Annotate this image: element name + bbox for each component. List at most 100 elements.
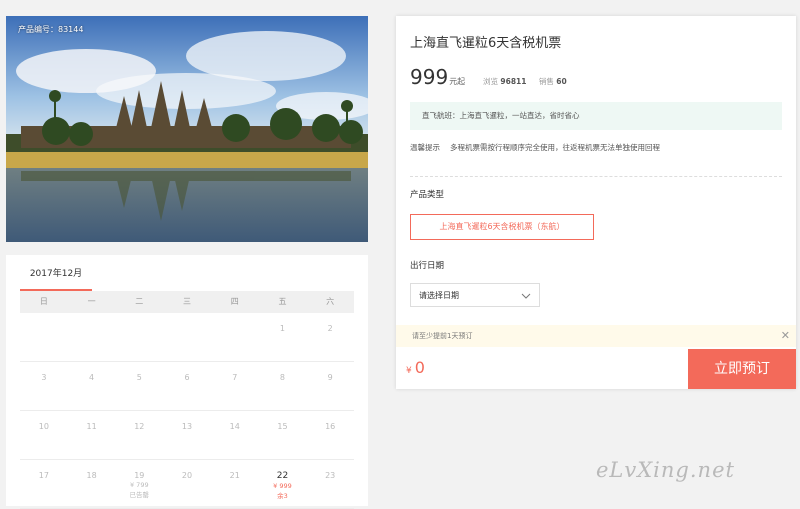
calendar-month-tab[interactable]: 2017年12月 xyxy=(20,255,92,291)
book-now-button[interactable]: 立即预订 xyxy=(688,349,796,389)
calendar-day-cell xyxy=(211,313,259,361)
calendar-day-price: ¥ 799 xyxy=(129,481,149,489)
calendar-day-cell[interactable]: 15 xyxy=(259,411,307,459)
calendar-day-cell xyxy=(115,313,163,361)
calendar-day-cell[interactable]: 5 xyxy=(115,362,163,410)
price-unit: 元起 xyxy=(449,77,466,86)
calendar-day-number: 17 xyxy=(38,471,49,480)
tip-label: 温馨提示 xyxy=(410,143,440,152)
watermark: eLvXing.net xyxy=(596,458,735,482)
calendar-day-number: 11 xyxy=(86,422,97,431)
calendar-day-number: 8 xyxy=(279,373,285,382)
flight-notice: 直飞航班：上海直飞暹粒，一站直达，省时省心 xyxy=(410,102,782,130)
sales-label: 销售 xyxy=(538,77,554,86)
calendar-day-cell[interactable]: 1 xyxy=(259,313,307,361)
calendar-day-number: 14 xyxy=(229,422,240,431)
calendar-day-cell[interactable]: 6 xyxy=(163,362,211,410)
calendar-day-cell[interactable]: 8 xyxy=(259,362,307,410)
calendar-day-cell[interactable]: 21 xyxy=(211,460,259,508)
calendar-day-stock: 余3 xyxy=(277,492,288,500)
sales-count: 60 xyxy=(556,77,567,86)
total-price: ¥0 xyxy=(406,358,425,377)
date-select-value: 请选择日期 xyxy=(419,291,459,300)
tip: 温馨提示 多程机票需按行程顺序完全使用，往返程机票无法单独使用回程 xyxy=(410,142,660,153)
calendar-day-number: 20 xyxy=(181,471,193,480)
calendar-day-number: 3 xyxy=(41,373,47,382)
calendar-day-cell[interactable]: 10 xyxy=(20,411,68,459)
calendar-day-cell[interactable]: 18 xyxy=(68,460,116,508)
calendar-day-number: 16 xyxy=(325,422,336,431)
chevron-down-icon xyxy=(521,284,531,318)
calendar-day-number: 4 xyxy=(89,373,95,382)
calendar-day-cell[interactable]: 20 xyxy=(163,460,211,508)
calendar-day-cell[interactable]: 19 ¥ 799 已告罄 xyxy=(115,460,163,508)
calendar-grid: 1 2 3 4 5 6 7 8 9 10 11 12 13 14 15 16 17 18 19 ¥ 799 已告罄 20 2… xyxy=(20,313,354,509)
calendar-day-cell[interactable]: 9 xyxy=(306,362,354,410)
calendar-day-cell[interactable]: 13 xyxy=(163,411,211,459)
views-count: 96811 xyxy=(500,77,527,86)
product-type-label: 产品类型 xyxy=(410,190,445,200)
calendar-day-number: 1 xyxy=(279,324,285,333)
product-photo xyxy=(6,16,368,242)
calendar-day-number: 22 xyxy=(276,471,289,481)
calendar-day-number: 9 xyxy=(327,373,333,382)
advance-warning: 请至少提前1天预订 ✕ xyxy=(396,325,796,347)
calendar-day-cell[interactable]: 22 ¥ 999 余3 xyxy=(259,460,307,508)
calendar-day-cell xyxy=(163,313,211,361)
calendar-day-number xyxy=(20,313,68,324)
calendar-day-number: 7 xyxy=(232,373,238,382)
date-select[interactable]: 请选择日期 xyxy=(410,283,540,307)
calendar-day-price: ¥ 999 xyxy=(273,482,292,490)
calendar-day-cell[interactable]: 12 xyxy=(115,411,163,459)
booking-panel: 上海直飞暹粒6天含税机票 999元起 浏览 96811 销售 60 直飞航班：上… xyxy=(396,16,796,389)
calendar-day-cell[interactable]: 16 xyxy=(306,411,354,459)
currency-symbol: ¥ xyxy=(406,366,412,376)
weekday: 日 xyxy=(39,297,48,306)
calendar-week-row: 12 xyxy=(20,313,354,362)
calendar-day-cell[interactable]: 17 xyxy=(20,460,68,508)
calendar-day-cell[interactable]: 11 xyxy=(68,411,116,459)
calendar-week-row: 3 4 5 6 7 8 9 xyxy=(20,362,354,411)
calendar-week-row: 10 11 12 13 14 15 16 xyxy=(20,411,354,460)
calendar-day-cell xyxy=(20,313,68,361)
price: 999元起 xyxy=(410,65,465,89)
calendar-day-number xyxy=(68,313,116,324)
close-icon[interactable]: ✕ xyxy=(781,325,790,347)
views-label: 浏览 xyxy=(483,77,498,86)
weekday: 三 xyxy=(183,297,192,306)
calendar-day-number: 10 xyxy=(38,422,49,431)
stats: 浏览 96811 销售 60 xyxy=(483,76,577,87)
calendar-day-number: 6 xyxy=(184,373,190,382)
divider xyxy=(410,176,782,177)
calendar-day-cell xyxy=(68,313,116,361)
calendar-day-cell[interactable]: 23 xyxy=(306,460,354,508)
calendar-day-cell[interactable]: 2 xyxy=(306,313,354,361)
calendar-day-number: 18 xyxy=(86,471,97,480)
calendar-day-number: 5 xyxy=(136,373,142,382)
warning-text: 请至少提前1天预订 xyxy=(412,332,473,340)
calendar-weekday-header: 日 一 二 三 四 五 六 xyxy=(20,291,354,313)
weekday: 六 xyxy=(326,297,335,306)
calendar-day-number: 21 xyxy=(229,471,240,480)
calendar-day-stock: 已告罄 xyxy=(129,491,150,499)
calendar-day-cell[interactable]: 14 xyxy=(211,411,259,459)
product-title: 上海直飞暹粒6天含税机票 xyxy=(410,36,562,51)
notice-text: 直飞航班：上海直飞暹粒，一站直达，省时省心 xyxy=(422,111,580,120)
calendar-day-number xyxy=(115,313,163,324)
price-value: 999 xyxy=(410,65,449,89)
product-type-option[interactable]: 上海直飞暹粒6天含税机票（东航） xyxy=(410,214,594,240)
calendar-day-number: 12 xyxy=(134,422,145,431)
calendar-day-number xyxy=(163,313,211,324)
weekday: 五 xyxy=(278,297,287,306)
calendar-day-cell[interactable]: 4 xyxy=(68,362,116,410)
weekday: 一 xyxy=(87,297,96,306)
calendar-day-number: 19 xyxy=(134,471,145,480)
total-value: 0 xyxy=(414,358,425,377)
tip-text: 多程机票需按行程顺序完全使用，往返程机票无法单独使用回程 xyxy=(450,143,660,152)
travel-date-label: 出行日期 xyxy=(410,261,445,271)
calendar-day-cell[interactable]: 7 xyxy=(211,362,259,410)
calendar-week-row: 17 18 19 ¥ 799 已告罄 20 21 22 ¥ 999 余3 23 xyxy=(20,460,354,509)
calendar-day-number: 13 xyxy=(181,422,193,431)
calendar-day-number: 2 xyxy=(327,324,333,333)
calendar-day-cell[interactable]: 3 xyxy=(20,362,68,410)
